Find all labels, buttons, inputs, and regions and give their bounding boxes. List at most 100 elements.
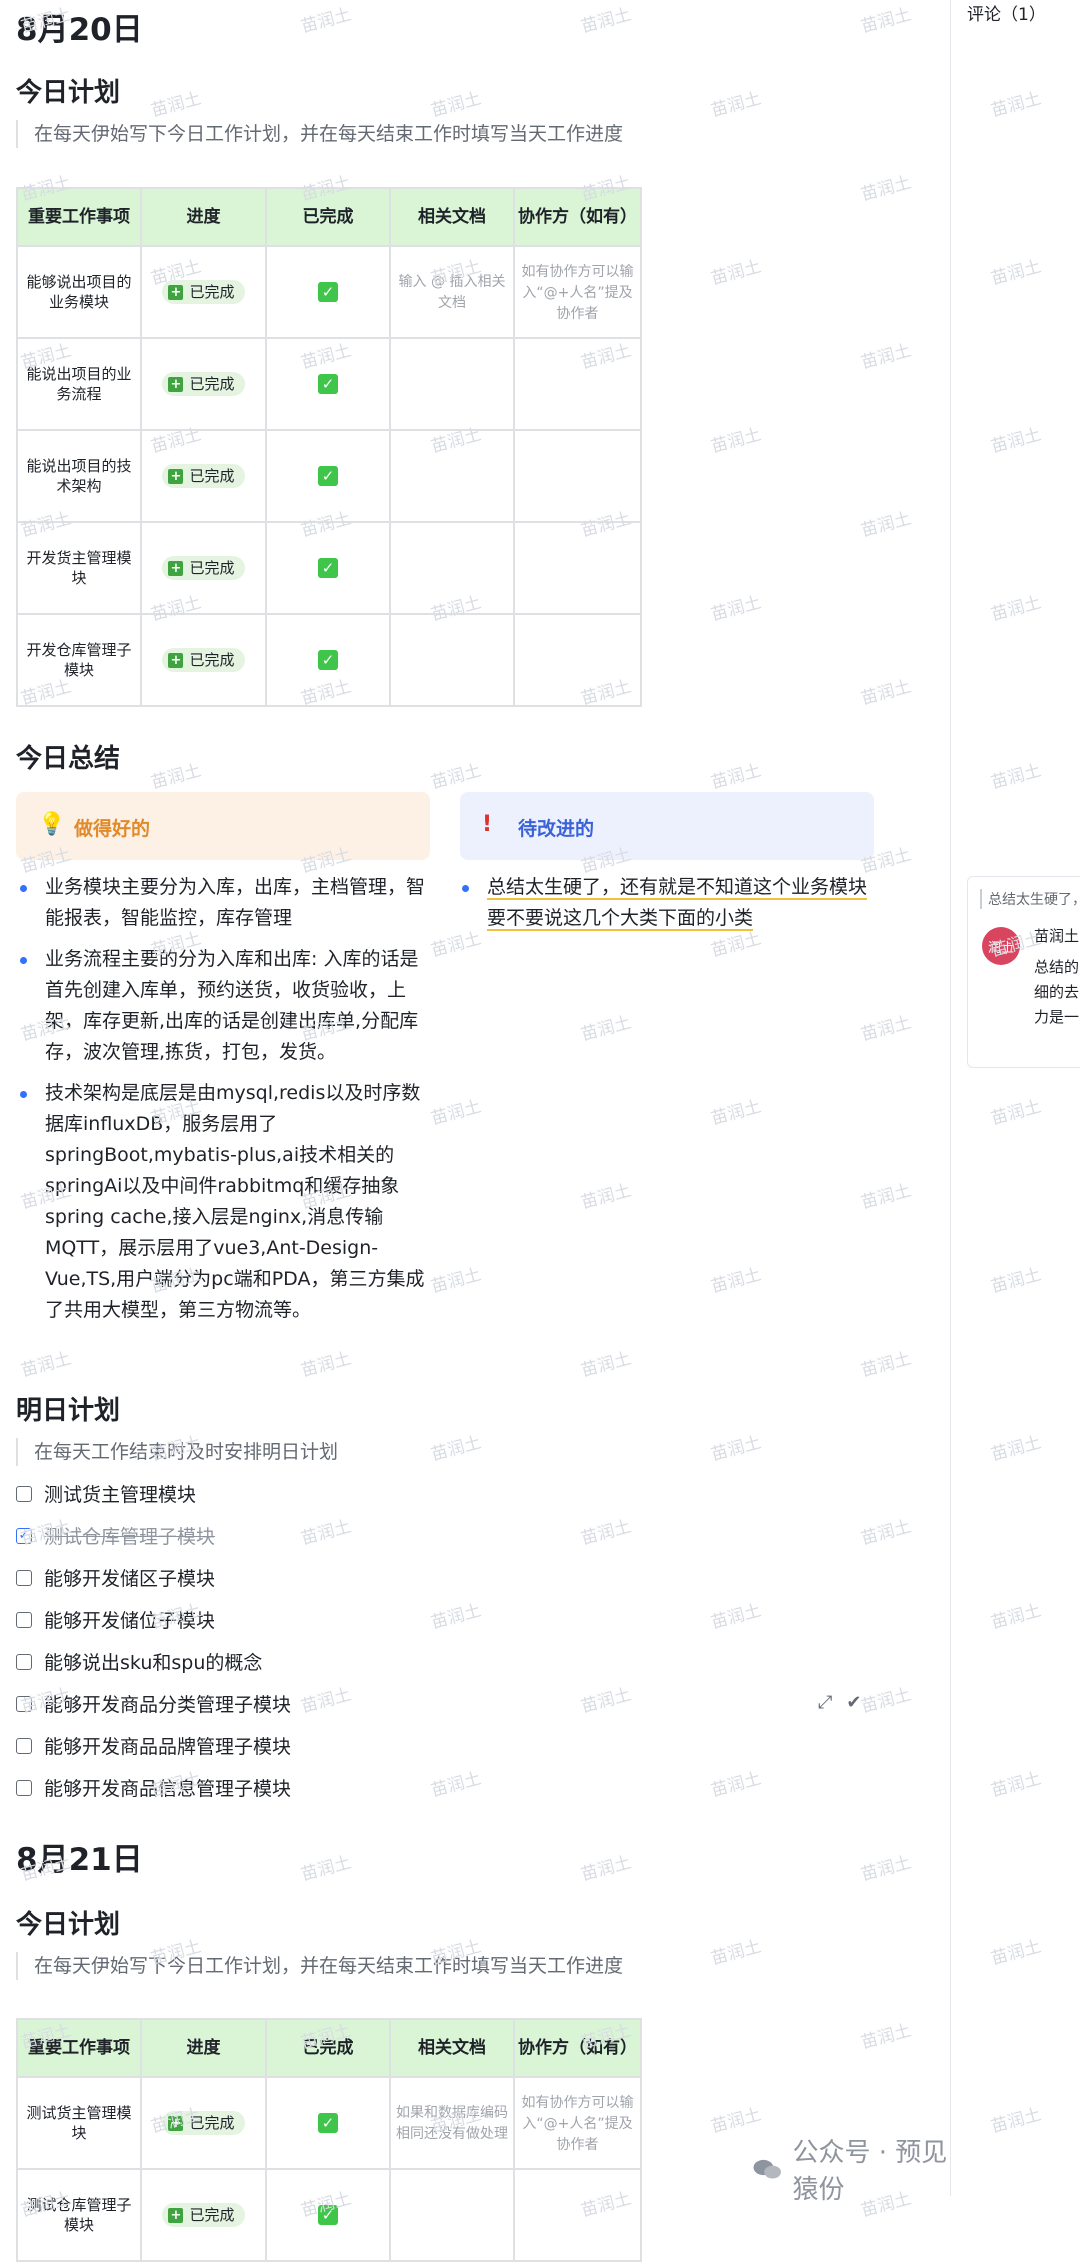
improve-callout-label: 待改进的 xyxy=(518,818,595,840)
collab-cell[interactable] xyxy=(513,337,642,431)
doc-cell[interactable] xyxy=(389,429,515,523)
doc-cell[interactable] xyxy=(389,2168,515,2262)
progress-cell[interactable]: + 已完成 xyxy=(140,337,267,431)
checked-checkbox-icon[interactable]: ✓ xyxy=(318,650,338,670)
progress-cell[interactable]: + 已完成 xyxy=(140,521,267,615)
comments-panel: 评论（1） 总结太生硬了， 润土 苗润土 总结的 细的去 力是一 xyxy=(950,0,1080,2196)
doc-cell[interactable]: 输入 @ 插入相关文档 xyxy=(389,245,515,339)
done-cell[interactable]: ✓ xyxy=(265,2168,391,2262)
done-cell[interactable]: ✓ xyxy=(265,245,391,339)
commented-text[interactable]: 总结太生硬了，还有就是不知道这个业务模块要不要说这几个大类下面的小类 xyxy=(487,876,868,931)
list-item: 业务流程主要的分为入库和出库: 入库的话是首先创建入库单，预约送货，收货验收，上… xyxy=(16,944,430,1068)
progress-cell[interactable]: + 已完成 xyxy=(140,613,267,707)
done-cell[interactable]: ✓ xyxy=(265,337,391,431)
checkbox[interactable] xyxy=(16,1569,32,1586)
checked-checkbox-icon[interactable]: ✓ xyxy=(318,466,338,486)
checkbox[interactable] xyxy=(16,1779,32,1796)
table-row: 能说出项目的业务流程 + 已完成 ✓ xyxy=(16,337,642,431)
checkbox[interactable] xyxy=(16,1737,32,1754)
done-cell[interactable]: ✓ xyxy=(265,613,391,707)
table-row: 能说出项目的技术架构 + 已完成 ✓ xyxy=(16,429,642,523)
checkbox[interactable] xyxy=(16,1695,32,1712)
todo-text: 能够开发商品分类管理子模块 xyxy=(44,1694,292,1716)
todo-item[interactable]: 能够说出sku和spu的概念 xyxy=(16,1648,262,1675)
table-header: 重要工作事项 xyxy=(16,187,142,247)
comments-title[interactable]: 评论（1） xyxy=(967,0,1046,25)
avatar[interactable]: 润土 xyxy=(982,927,1020,965)
done-cell[interactable]: ✓ xyxy=(265,429,391,523)
checkbox[interactable] xyxy=(16,1653,32,1670)
comment-card[interactable]: 总结太生硬了， 润土 苗润土 总结的 细的去 力是一 xyxy=(967,876,1080,1068)
progress-cell[interactable]: + 已完成 xyxy=(140,245,267,339)
plus-icon: + xyxy=(168,284,184,300)
todo-item[interactable]: 能够开发储区子模块 xyxy=(16,1564,215,1591)
status-badge[interactable]: + 已完成 xyxy=(162,464,245,488)
checked-checkbox-icon[interactable]: ✓ xyxy=(318,374,338,394)
task-cell[interactable]: 能说出项目的业务流程 xyxy=(16,337,142,431)
task-cell[interactable]: 能够说出项目的业务模块 xyxy=(16,245,142,339)
day2-plan-heading: 今日计划 xyxy=(16,1910,121,1940)
collab-placeholder: 如有协作方可以输入“@+人名”提及协作者 xyxy=(521,2094,634,2153)
task-cell[interactable]: 开发货主管理模块 xyxy=(16,521,142,615)
checked-checkbox[interactable]: ✓ xyxy=(16,1527,32,1544)
task-cell[interactable]: 测试仓库管理子模块 xyxy=(16,2168,142,2262)
table-header: 已完成 xyxy=(265,187,391,247)
status-badge[interactable]: + 已完成 xyxy=(162,2203,245,2227)
plus-icon: + xyxy=(168,468,184,484)
status-label: 已完成 xyxy=(189,559,235,577)
doc-cell[interactable] xyxy=(389,521,515,615)
table-row: 开发货主管理模块 + 已完成 ✓ xyxy=(16,521,642,615)
document-body: 8月20日 今日计划 在每天伊始写下今日工作计划，并在每天结束工作时填写当天工作… xyxy=(0,0,950,2262)
checked-checkbox-icon[interactable]: ✓ xyxy=(318,2113,338,2133)
todo-item[interactable]: ✓ 测试仓库管理子模块 xyxy=(16,1522,215,1549)
doc-cell[interactable] xyxy=(389,613,515,707)
collab-cell[interactable] xyxy=(513,613,642,707)
done-cell[interactable]: ✓ xyxy=(265,521,391,615)
doc-cell[interactable] xyxy=(389,337,515,431)
status-badge[interactable]: + 已完成 xyxy=(162,648,245,672)
task-cell[interactable]: 测试货主管理模块 xyxy=(16,2076,142,2170)
table-header: 相关文档 xyxy=(389,187,515,247)
status-badge[interactable]: + 已完成 xyxy=(162,280,245,304)
table-header: 进度 xyxy=(140,2018,267,2078)
task-cell[interactable]: 开发仓库管理子模块 xyxy=(16,613,142,707)
checkbox[interactable] xyxy=(16,1611,32,1628)
comment-quote: 总结太生硬了， xyxy=(980,889,1080,909)
progress-cell[interactable]: + 已完成 xyxy=(140,429,267,523)
status-badge[interactable]: + 已完成 xyxy=(162,556,245,580)
table-row: 能够说出项目的业务模块 + 已完成 ✓ 输入 @ 插入相关文档 如有协作方可以输入… xyxy=(16,245,642,339)
plus-icon: + xyxy=(168,2207,184,2223)
task-cell[interactable]: 能说出项目的技术架构 xyxy=(16,429,142,523)
todo-item[interactable]: 能够开发商品品牌管理子模块 xyxy=(16,1732,291,1759)
checked-checkbox-icon[interactable]: ✓ xyxy=(318,282,338,302)
status-label: 已完成 xyxy=(189,283,235,301)
progress-cell[interactable]: + 已完成 xyxy=(140,2076,267,2170)
check-all-icon[interactable]: ✔ xyxy=(846,1692,861,1713)
todo-item[interactable]: 测试货主管理模块 xyxy=(16,1480,196,1507)
status-badge[interactable]: + 已完成 xyxy=(162,2111,245,2135)
checked-checkbox-icon[interactable]: ✓ xyxy=(318,558,338,578)
collab-cell[interactable]: 如有协作方可以输入“@+人名”提及协作者 xyxy=(513,245,642,339)
todo-text: 能够开发储位子模块 xyxy=(44,1610,216,1632)
good-callout-label: 做得好的 xyxy=(74,818,151,840)
block-toolbar: ⤢ ✔ xyxy=(818,1692,876,1713)
day1-summary-heading: 今日总结 xyxy=(16,744,121,774)
expand-icon[interactable]: ⤢ xyxy=(818,1692,832,1713)
doc-cell[interactable]: 如果和数据库编码相同还没有做处理 xyxy=(389,2076,515,2170)
todo-item[interactable]: 能够开发商品分类管理子模块 xyxy=(16,1690,291,1717)
status-badge[interactable]: + 已完成 xyxy=(162,372,245,396)
doc-note: 如果和数据库编码相同还没有做处理 xyxy=(396,2105,508,2142)
plus-icon: + xyxy=(168,2115,184,2131)
collab-cell[interactable] xyxy=(513,521,642,615)
collab-cell[interactable] xyxy=(513,2168,642,2262)
comment-author[interactable]: 苗润土 xyxy=(1034,925,1079,946)
collab-cell[interactable]: 如有协作方可以输入“@+人名”提及协作者 xyxy=(513,2076,642,2170)
collab-cell[interactable] xyxy=(513,429,642,523)
todo-item[interactable]: 能够开发储位子模块 xyxy=(16,1606,215,1633)
done-cell[interactable]: ✓ xyxy=(265,2076,391,2170)
todo-item[interactable]: 能够开发商品信息管理子模块 xyxy=(16,1774,291,1801)
progress-cell[interactable]: + 已完成 xyxy=(140,2168,267,2262)
checked-checkbox-icon[interactable]: ✓ xyxy=(318,2205,338,2225)
checkbox[interactable] xyxy=(16,1485,32,1502)
todo-text: 测试仓库管理子模块 xyxy=(44,1526,216,1548)
